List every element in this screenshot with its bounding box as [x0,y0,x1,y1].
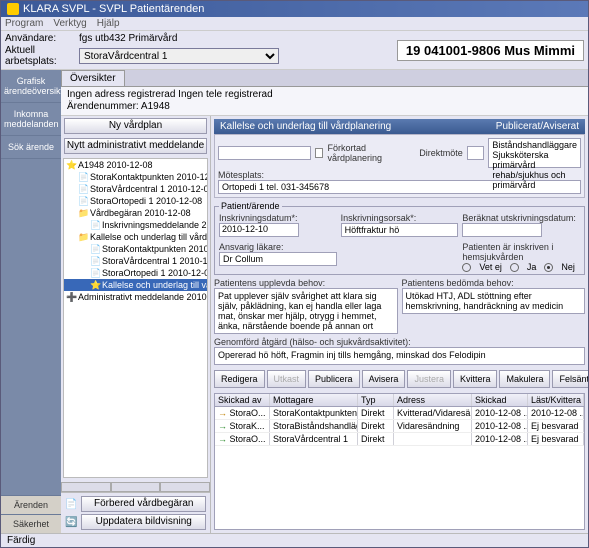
patient-legend: Patient/ärende [219,201,282,211]
status-strip: Ingen adress registrerad Ingen tele regi… [61,87,588,116]
app-icon [7,3,19,15]
col-header[interactable]: Mottagare [270,394,358,406]
table-row[interactable]: → StoraK...StoraBiståndshandläggareDirek… [215,420,584,433]
justera-button: Justera [407,370,451,388]
status-line1: Ingen adress registrerad Ingen tele regi… [67,89,582,101]
upplevda-text: Pat upplever själv svårighet att klara s… [214,288,398,334]
publicera-button[interactable]: Publicera [308,370,360,388]
nav-sakerhet[interactable]: Säkerhet [1,514,61,533]
orsak-label: Inskrivningsorsak*: [341,213,459,223]
bedomda-label: Patientens bedömda behov: [402,278,586,288]
table-row[interactable]: → StoraO...StoraVårdcentral 1Direkt2010-… [215,433,584,446]
utkast-button: Utkast [267,370,307,388]
hemsjuk-label: Patienten är inskriven i hemsjukvården [462,242,580,262]
arbetsplats-label: Aktuell arbetsplats: [5,45,75,67]
menu-hjalp[interactable]: Hjälp [97,18,120,29]
atgard-label: Genomförd åtgärd (hälso- och sjukvårdsak… [214,337,585,347]
uppdatera-button[interactable]: Uppdatera bildvisning [81,514,206,530]
kvittera-button[interactable]: Kvittera [453,370,498,388]
ny-vardplan-button[interactable]: Ny vårdplan [64,118,207,134]
atgard-text: Opererad hö höft, Fragmin inj tills hemg… [214,347,585,365]
user-row: Användare: fgs utb432 Primärvård Aktuell… [1,30,588,70]
tree-node[interactable]: 📄StoraOrtopedi 1 2010-12-08 [64,267,207,279]
nav-inkomna[interactable]: Inkomna meddelanden [1,103,61,136]
col-header[interactable]: Skickad [472,394,528,406]
tree-node[interactable]: 📄StoraOrtopedi 1 2010-12-08 [64,195,207,207]
bedomda-text: Utökad HTJ, ADL stöttning efter hemskriv… [402,288,586,314]
panel-header: Kallelse och underlag till vårdplanering… [214,119,585,134]
nav-arenden[interactable]: Ärenden [1,495,61,514]
col-header[interactable]: Typ [358,394,394,406]
nav-sok[interactable]: Sök ärende [1,136,61,159]
forkortad-checkbox[interactable] [315,148,324,158]
window-title: KLARA SVPL - SVPL Patientärenden [23,3,204,15]
ansvarig-label: Ansvarig läkare: [219,242,337,252]
menu-verktyg[interactable]: Verktyg [53,18,86,29]
forkortad-label: Förkortad vårdplanering [327,143,407,163]
panel-title: Kallelse och underlag till vårdplanering [220,121,391,132]
prep-icon: 📄 [65,499,77,510]
col-header[interactable]: Läst/Kvittera [528,394,584,406]
tree-node[interactable]: ⭐Kallelse och underlag till vå [64,279,207,291]
nav-grafisk[interactable]: Grafisk ärendeöversikt [1,70,61,103]
inskr-label: Inskrivningsdatum*: [219,213,337,223]
tree-scrollbar[interactable] [61,482,210,492]
meeting-dropdown[interactable] [218,146,311,160]
nytt-meddelande-button[interactable]: Nytt administrativt meddelande [64,138,207,154]
tree-view[interactable]: ⭐A1948 2010-12-08📄StoraKontaktpunkten 20… [63,158,208,478]
berak-date[interactable] [462,223,542,237]
left-nav: Grafisk ärendeöversikt Inkomna meddeland… [1,70,61,533]
tree-node[interactable]: 📁Kallelse och underlag till vårdpla [64,231,207,243]
direktmote-dropdown[interactable] [467,146,485,160]
inskr-date[interactable]: 2010-12-10 [219,223,299,237]
patient-id: 19 041001-9806 Mus Mimmi [397,40,584,61]
forbered-button[interactable]: Förbered vårdbegäran [81,496,206,512]
arbetsplats-select[interactable]: StoraVårdcentral 1 [79,48,279,64]
tree-node[interactable]: 📄Inskrivningsmeddelande 2010-1 [64,219,207,231]
radio-vetej[interactable] [462,263,471,272]
berak-label: Beräknat utskrivningsdatum: [462,213,580,223]
felsänt-button[interactable]: Felsänt [552,370,588,388]
tree-node[interactable]: 📄StoraVårdcentral 1 2010-1 [64,255,207,267]
makulera-button[interactable]: Makulera [499,370,550,388]
anvandare-label: Användare: [5,33,75,44]
menu-program[interactable]: Program [5,18,43,29]
tab-oversikter[interactable]: Översikter [61,70,125,86]
direktmote-label: Direktmöte [419,148,463,158]
orsak-value: Höftfraktur hö [341,223,459,237]
tree-node[interactable]: 📁Vårdbegäran 2010-12-08 [64,207,207,219]
status-line2: Ärendenummer: A1948 [67,101,582,113]
ansvarig-value: Dr Collum [219,252,337,266]
tree-node[interactable]: ⭐A1948 2010-12-08 [64,159,207,171]
tree-node[interactable]: ➕Administrativt meddelande 2010 [64,291,207,303]
col-header[interactable]: Skickad av [215,394,270,406]
tree-node[interactable]: 📄StoraKontaktpunkten 2010-12-0 [64,171,207,183]
tabs: Översikter [61,70,588,87]
tree-node[interactable]: 📄StoraKontaktpunkten 2010 [64,243,207,255]
avisera-button[interactable]: Avisera [362,370,406,388]
roles-box: Biståndshandläggare Sjuksköterska primär… [488,138,581,168]
patient-fieldset: Patient/ärende Inskrivningsdatum*: 2010-… [214,201,585,275]
titlebar: KLARA SVPL - SVPL Patientärenden [1,1,588,17]
sent-table: Skickad avMottagareTypAdressSkickadLäst/… [214,393,585,530]
radio-nej[interactable] [544,263,553,272]
upplevda-label: Patientens upplevda behov: [214,278,398,288]
tree-node[interactable]: 📄StoraVårdcentral 1 2010-12-08 [64,183,207,195]
action-button-row: RedigeraUtkastPubliceraAviseraJusteraKvi… [214,368,585,390]
table-row[interactable]: → StoraO...StoraKontaktpunktenDirektKvit… [215,407,584,420]
anvandare-value: fgs utb432 Primärvård [79,33,177,44]
menubar: Program Verktyg Hjälp [1,17,588,30]
redigera-button[interactable]: Redigera [214,370,265,388]
radio-ja[interactable] [510,263,519,272]
statusbar: Färdig [1,533,588,547]
col-header[interactable]: Adress [394,394,472,406]
refresh-icon: 🔄 [65,517,77,528]
panel-status: Publicerat/Aviserat [496,121,579,132]
